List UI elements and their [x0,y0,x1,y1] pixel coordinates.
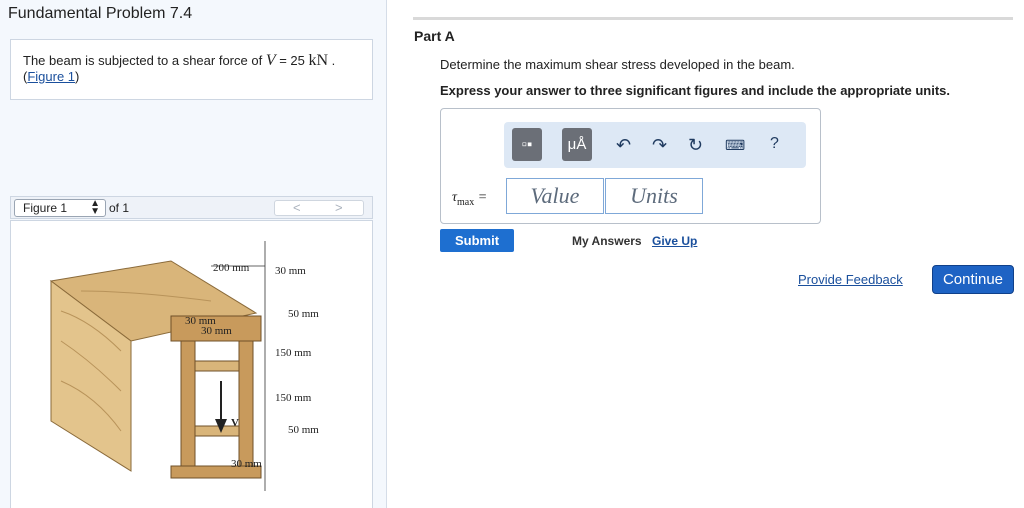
prev-figure-button[interactable]: < [293,200,301,215]
period: . [328,53,336,68]
dim-150mm-a: 150 mm [275,347,312,359]
problem-title: Fundamental Problem 7.4 [8,5,193,22]
reset-icon[interactable]: ↻ [688,135,703,156]
instruction-text: Express your answer to three significant… [440,83,950,98]
template-icon[interactable]: ▫▪ [512,128,542,161]
select-arrows-icon: ▲ ▼ [90,198,100,217]
shear-label: V [231,417,239,429]
problem-statement: The beam is subjected to a shear force o… [10,39,373,100]
submit-button[interactable]: Submit [440,229,514,252]
feedback-link[interactable]: Provide Feedback [798,272,903,287]
dim-50mm-top: 50 mm [288,308,319,320]
left-web-section [180,340,196,467]
right-web-section [238,340,254,467]
help-icon[interactable]: ? [770,135,779,153]
units-input[interactable]: Units [605,178,703,214]
beam-figure: V 200 mm 30 mm 30 mm 30 mm 50 mm 150 mm … [49,241,319,491]
answer-box: ▫▪ μÅ ↶ ↷ ↻ ⌨ ? τmax = Value Units [440,108,821,224]
figure-link[interactable]: Figure 1 [27,69,75,84]
my-answers-label: My Answers [572,234,642,248]
figure-toolbar: Figure 1 ▲ ▼ of 1 < > [10,196,373,219]
figure-select-value: Figure 1 [23,201,68,215]
figure-nav: < > [274,200,364,216]
answer-label: τmax = [452,190,488,208]
question-text: Determine the maximum shear stress devel… [440,57,795,72]
keyboard-icon[interactable]: ⌨ [725,137,745,154]
dim-50mm-bot: 50 mm [288,424,319,436]
part-label: Part A [414,28,455,44]
math-toolbar: ▫▪ μÅ ↶ ↷ ↻ ⌨ ? [504,122,806,168]
dim-200mm: 200 mm [213,262,250,274]
figure-select[interactable]: Figure 1 ▲ ▼ [14,199,106,217]
undo-icon[interactable]: ↶ [616,135,631,156]
value-input[interactable]: Value [506,178,604,214]
figure-count: of 1 [109,201,130,215]
shear-variable: V [265,52,276,69]
continue-button[interactable]: Continue [932,265,1014,294]
shear-eq: = 25 [275,53,309,68]
next-figure-button[interactable]: > [335,200,343,215]
dim-150mm-b: 150 mm [275,392,312,404]
redo-icon[interactable]: ↷ [652,135,667,156]
dim-30mm-bot: 30 mm [231,458,262,470]
dim-30mm-top: 30 mm [275,265,306,277]
right-panel: Part A Determine the maximum shear stres… [387,0,1024,508]
units-icon[interactable]: μÅ [562,128,592,161]
give-up-link[interactable]: Give Up [652,234,697,248]
shear-unit: kN [308,52,329,69]
left-panel: Fundamental Problem 7.4 The beam is subj… [0,0,387,508]
problem-text: The beam is subjected to a shear force o… [23,53,266,68]
figure-area: V 200 mm 30 mm 30 mm 30 mm 50 mm 150 mm … [10,220,373,508]
divider [413,17,1013,20]
dim-30mm-b: 30 mm [201,325,232,337]
